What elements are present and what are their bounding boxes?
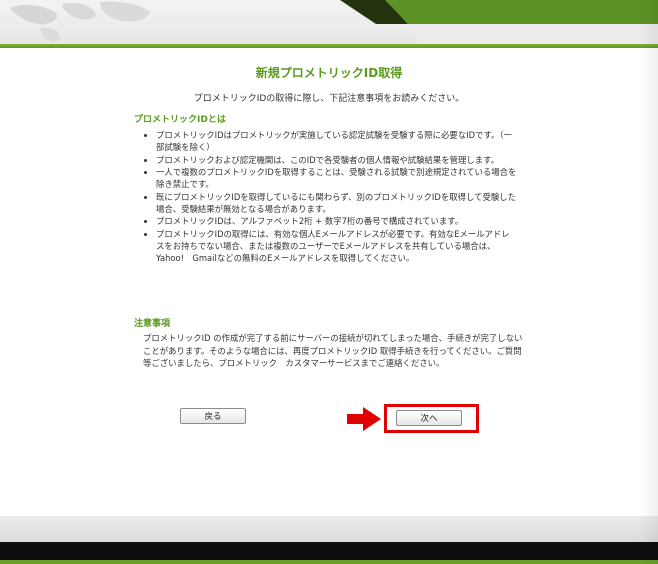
- footer-dark-bar: [0, 542, 658, 560]
- about-id-list: プロメトリックIDはプロメトリックが実施している認定試験を受験する際に必要なID…: [134, 129, 518, 265]
- main-content: 新規プロメトリックID取得 プロメトリックIDの取得に際し、下記注意事項をお読み…: [0, 48, 658, 516]
- header-banner: [0, 0, 658, 44]
- list-item: プロメトリックおよび認定機関は、このIDで各受験者の個人情報や試験結果を管理しま…: [156, 154, 518, 166]
- notes-text: プロメトリックID の作成が完了する前にサーバーの接続が切れてしまった場合、手続…: [143, 333, 523, 368]
- list-item: プロメトリックIDの取得には、有効な個人Eメールアドレスが必要です。有効なEメー…: [156, 228, 518, 264]
- section-heading-notes: 注意事項: [134, 319, 171, 329]
- list-item: 一人で複数のプロメトリックIDを取得することは、受験される試験で別途規定されてい…: [156, 166, 518, 190]
- footer-band: [0, 516, 658, 542]
- list-item: プロメトリックIDは、アルファベット2桁 + 数字7桁の番号で構成されています。: [156, 215, 518, 227]
- list-item: プロメトリックIDはプロメトリックが実施している認定試験を受験する際に必要なID…: [156, 129, 518, 153]
- back-button[interactable]: 戻る: [180, 408, 246, 424]
- section-heading-about-id: プロメトリックIDとは: [134, 115, 226, 125]
- list-item: 既にプロメトリックIDを取得しているにも関わらず、別のプロメトリックIDを取得し…: [156, 191, 518, 215]
- footer-green-line: [0, 560, 658, 564]
- right-arrow-icon: [347, 407, 381, 431]
- page-title: 新規プロメトリックID取得: [255, 66, 403, 80]
- next-button[interactable]: 次へ: [396, 410, 462, 426]
- intro-text: プロメトリックIDの取得に際し、下記注意事項をお読みください。: [193, 94, 465, 104]
- green-accent-band: [340, 0, 658, 44]
